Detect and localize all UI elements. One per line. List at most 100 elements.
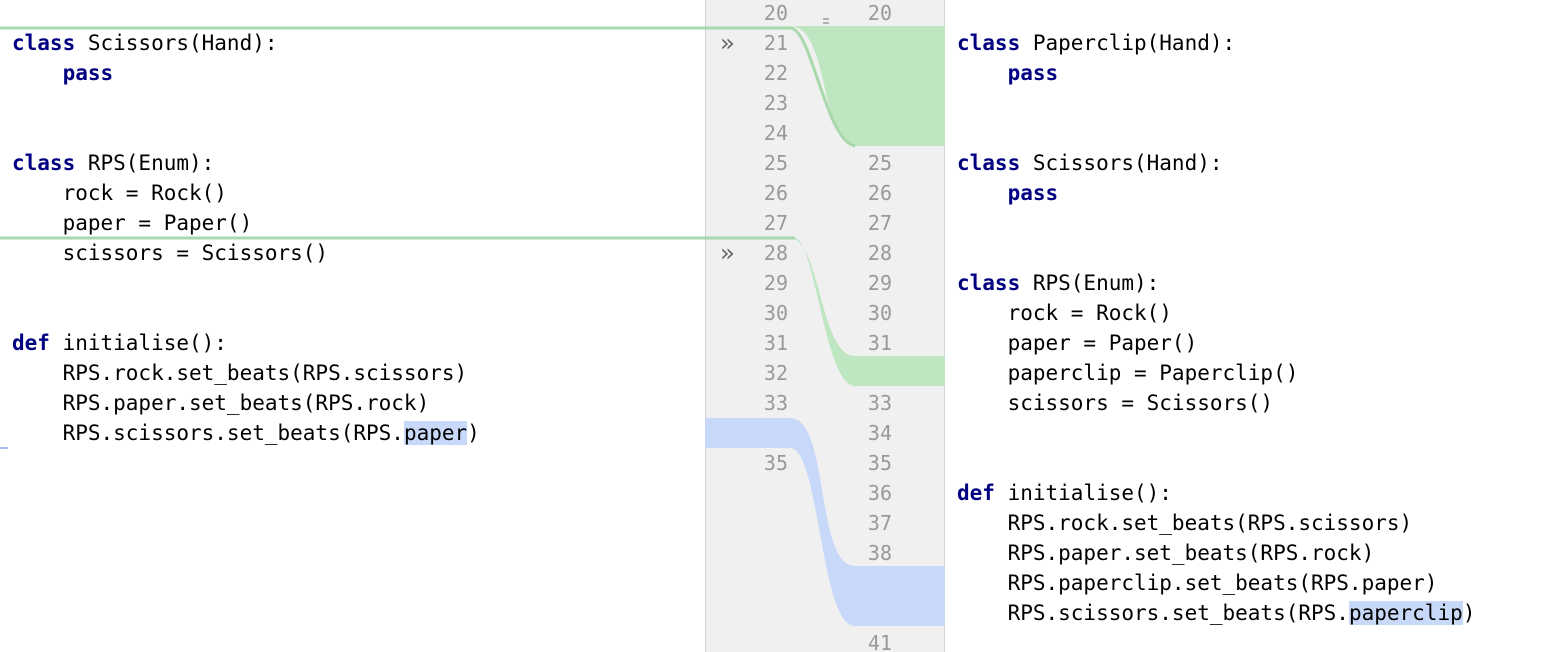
code-text: Scissors(Hand): xyxy=(1020,151,1223,175)
code-text: initialise(): xyxy=(49,331,227,355)
right-line-number: 31 xyxy=(867,331,892,355)
right-line-number: 40 xyxy=(867,601,892,625)
right-line-number: 39 xyxy=(867,571,892,595)
right-code-line xyxy=(945,88,1556,118)
left-line-number: 20 xyxy=(763,1,788,25)
left-code-line: rock = Rock() xyxy=(0,178,705,208)
right-code-line: RPS.rock.set_beats(RPS.scissors) xyxy=(945,508,1556,538)
right-code-line: def initialise(): xyxy=(945,478,1556,508)
code-text: scissors = Scissors() xyxy=(12,241,329,265)
right-line-number: 20 xyxy=(867,1,892,25)
left-line-number: 24 xyxy=(763,121,788,145)
right-code-line xyxy=(945,238,1556,268)
right-line-number: 21 xyxy=(867,31,892,55)
right-code-line xyxy=(945,208,1556,238)
right-code-line xyxy=(945,0,1556,28)
right-code-line: RPS.paperclip.set_beats(RPS.paper) xyxy=(945,568,1556,598)
right-editor-pane[interactable]: class Paperclip(Hand): pass class Scissor… xyxy=(945,0,1556,652)
right-code-line: RPS.scissors.set_beats(RPS.paperclip) xyxy=(945,598,1556,628)
right-code-line: class RPS(Enum): xyxy=(945,268,1556,298)
keyword: def xyxy=(957,481,995,505)
left-line-number: 27 xyxy=(763,211,788,235)
keyword: pass xyxy=(1007,61,1059,85)
right-code-line xyxy=(945,448,1556,478)
keyword: class xyxy=(957,31,1021,55)
right-line-number: 34 xyxy=(867,421,892,445)
double-chevron-right-icon[interactable]: » xyxy=(720,238,734,268)
double-chevron-right-icon[interactable]: » xyxy=(720,28,734,58)
right-line-number: 26 xyxy=(867,181,892,205)
code-text: RPS.paper.set_beats(RPS.rock) xyxy=(957,541,1375,565)
right-code-line: pass xyxy=(945,178,1556,208)
left-code-line: RPS.paper.set_beats(RPS.rock) xyxy=(0,388,705,418)
right-code-line xyxy=(945,418,1556,448)
keyword: class xyxy=(957,151,1021,175)
right-line-number: 24 xyxy=(867,121,892,145)
left-code-line xyxy=(0,268,705,298)
double-chevron-right-icon[interactable]: » xyxy=(720,418,734,448)
right-line-number: 32 xyxy=(867,361,892,385)
left-code-line xyxy=(0,118,705,148)
left-code-line: pass xyxy=(0,58,705,88)
changed-token: paper xyxy=(403,421,468,445)
code-text: RPS.paper.set_beats(RPS.rock) xyxy=(12,391,430,415)
left-code-line: RPS.rock.set_beats(RPS.scissors) xyxy=(0,358,705,388)
code-text: paperclip = Paperclip() xyxy=(957,361,1299,385)
left-code-line: paper = Paper() xyxy=(0,208,705,238)
keyword: class xyxy=(12,31,76,55)
left-line-number: 32 xyxy=(763,361,788,385)
left-line-number: 30 xyxy=(763,301,788,325)
code-text: RPS.scissors.set_beats(RPS. xyxy=(12,421,404,445)
right-line-number: 33 xyxy=(867,391,892,415)
code-text: RPS.rock.set_beats(RPS.scissors) xyxy=(957,511,1413,535)
left-code-line xyxy=(0,88,705,118)
code-text: Paperclip(Hand): xyxy=(1020,31,1236,55)
code-text: rock = Rock() xyxy=(12,181,227,205)
right-line-number: 41 xyxy=(867,631,892,652)
code-text: rock = Rock() xyxy=(957,301,1172,325)
changed-token: paperclip xyxy=(1348,601,1463,625)
code-text: paper = Paper() xyxy=(12,211,253,235)
splitter-handle[interactable] xyxy=(823,18,829,48)
keyword: pass xyxy=(62,61,114,85)
left-code-line: RPS.scissors.set_beats(RPS.paper) xyxy=(0,418,705,448)
left-code-line: def initialise(): xyxy=(0,328,705,358)
left-line-number: 29 xyxy=(763,271,788,295)
right-code-line: paper = Paper() xyxy=(945,328,1556,358)
diff-gutter: 20 21 22 23 24 25 26 27 28 29 30 31 32 33 34 35 20 21 22 23… xyxy=(705,0,945,652)
right-line-number: 36 xyxy=(867,481,892,505)
keyword: class xyxy=(12,151,76,175)
keyword: pass xyxy=(1007,181,1059,205)
code-text: initialise(): xyxy=(994,481,1172,505)
right-line-number: 25 xyxy=(867,151,892,175)
code-text: RPS.rock.set_beats(RPS.scissors) xyxy=(12,361,468,385)
left-line-number: 22 xyxy=(763,61,788,85)
right-code-line: rock = Rock() xyxy=(945,298,1556,328)
left-line-number: 33 xyxy=(763,391,788,415)
code-text: RPS(Enum): xyxy=(1020,271,1160,295)
code-text: RPS.scissors.set_beats(RPS. xyxy=(957,601,1349,625)
code-text: scissors = Scissors() xyxy=(957,391,1274,415)
right-line-number: 29 xyxy=(867,271,892,295)
left-editor-pane[interactable]: class Scissors(Hand): pass class RPS(Enum… xyxy=(0,0,705,652)
right-code-line: class Paperclip(Hand): xyxy=(945,28,1556,58)
right-code-line: RPS.paper.set_beats(RPS.rock) xyxy=(945,538,1556,568)
left-line-number: 25 xyxy=(763,151,788,175)
right-line-number: 28 xyxy=(867,241,892,265)
code-text: ) xyxy=(1462,601,1476,625)
left-line-number: 26 xyxy=(763,181,788,205)
left-line-number: 34 xyxy=(763,421,788,445)
code-text: Scissors(Hand): xyxy=(75,31,278,55)
keyword: class xyxy=(957,271,1021,295)
code-text: ) xyxy=(467,421,480,445)
right-code-line: scissors = Scissors() xyxy=(945,388,1556,418)
left-line-number: 28 xyxy=(763,241,788,265)
right-line-number: 30 xyxy=(867,301,892,325)
right-code-line: paperclip = Paperclip() xyxy=(945,358,1556,388)
right-line-number: 38 xyxy=(867,541,892,565)
right-code-line: pass xyxy=(945,58,1556,88)
left-code-line: class RPS(Enum): xyxy=(0,148,705,178)
